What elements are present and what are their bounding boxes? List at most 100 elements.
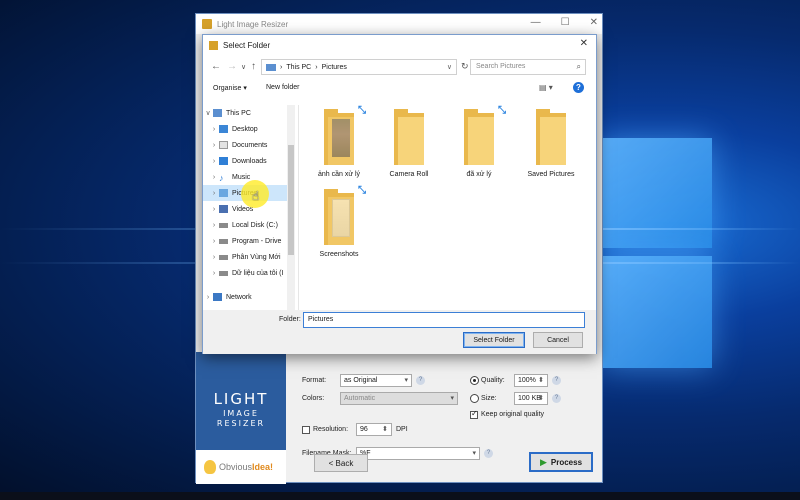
recent-chevron-icon[interactable]: ∨	[241, 63, 246, 71]
refresh-icon[interactable]: ↻	[461, 61, 469, 72]
shared-icon: ⤡	[358, 105, 366, 116]
colors-label: Colors:	[302, 395, 325, 402]
select-folder-button[interactable]: Select Folder	[463, 332, 525, 348]
pc-icon	[213, 109, 222, 117]
folder-icon: ⤡	[324, 185, 366, 245]
back-arrow-icon[interactable]: ←	[211, 61, 221, 72]
cancel-button[interactable]: Cancel	[533, 332, 583, 348]
maximize-icon[interactable]: ☐	[561, 17, 570, 28]
pc-icon	[266, 63, 276, 71]
app-icon	[209, 40, 218, 50]
folder-item[interactable]: ⤡ ảnh cần xử lý	[303, 105, 375, 178]
tree-item-desktop[interactable]: › Desktop	[203, 121, 295, 137]
tree-item-du-lieu[interactable]: › Dữ liệu của tôi (I	[203, 265, 295, 281]
chevron-down-icon[interactable]: ∨	[447, 63, 452, 71]
format-label: Format:	[302, 377, 327, 384]
colors-select: Automatic ▾	[340, 392, 458, 405]
folder-item[interactable]: ⤡ Screenshots	[303, 185, 375, 258]
taskbar	[0, 492, 800, 500]
company-logo: Obvious Idea!	[196, 450, 286, 484]
format-select[interactable]: as Original ▾	[340, 374, 412, 387]
folder-icon: ⤡	[464, 105, 506, 165]
folder-icon	[394, 109, 424, 165]
breadcrumb-this-pc[interactable]: This PC	[286, 64, 311, 71]
folder-item[interactable]: Saved Pictures	[515, 109, 587, 178]
process-button[interactable]: ▶ Process	[529, 452, 593, 472]
resolution-unit: DPI	[396, 426, 408, 433]
quality-radio[interactable]	[470, 376, 479, 385]
dialog-title: Select Folder	[223, 40, 271, 50]
minimize-icon[interactable]: —	[531, 17, 541, 28]
folder-icon: ⤡	[324, 105, 366, 165]
shared-icon: ⤡	[498, 105, 506, 116]
app-icon	[202, 19, 212, 29]
tree-scrollbar[interactable]	[287, 105, 295, 310]
shared-icon: ⤡	[358, 185, 366, 196]
help-icon[interactable]: ?	[416, 376, 425, 385]
spinner-icon: ⬍	[538, 377, 544, 384]
organise-button[interactable]: Organise ▾	[213, 84, 247, 92]
window-controls: — ☐ ✕	[531, 17, 598, 28]
documents-icon	[219, 141, 228, 149]
tree-item-downloads[interactable]: › Downloads	[203, 153, 295, 169]
filename-select[interactable]: %F▾	[356, 447, 480, 460]
search-icon: ⌕	[576, 62, 581, 71]
chevron-down-icon: ▾	[472, 450, 476, 457]
chevron-right-icon: ›	[212, 173, 216, 181]
chevron-down-icon: ▾	[450, 395, 454, 402]
folder-item[interactable]: ⤡ đã xử lý	[443, 105, 515, 178]
close-icon[interactable]: ✕	[590, 17, 598, 28]
brand-logo: LIGHT IMAGE RESIZER	[213, 390, 269, 428]
tree-item-phan-vung-moi[interactable]: › Phân Vùng Mới	[203, 249, 295, 265]
spinner-icon: ⬍	[382, 426, 388, 433]
tree-item-network[interactable]: › Network	[203, 289, 295, 305]
chevron-down-icon: ∨	[205, 110, 211, 117]
music-icon: ♪	[219, 173, 224, 183]
pictures-icon	[219, 189, 228, 197]
downloads-icon	[219, 157, 228, 165]
size-radio[interactable]	[470, 394, 479, 403]
chevron-right-icon: ›	[212, 221, 216, 229]
pane-divider[interactable]	[298, 105, 299, 310]
back-button[interactable]: < Back	[314, 454, 368, 472]
chevron-right-icon: ›	[212, 269, 216, 277]
folder-item[interactable]: Camera Roll	[373, 109, 445, 178]
quality-input[interactable]: 100% ⬍	[514, 374, 548, 387]
help-icon[interactable]: ?	[552, 394, 561, 403]
keep-quality-checkbox[interactable]	[470, 409, 478, 419]
new-folder-button[interactable]: New folder	[266, 84, 299, 91]
close-icon[interactable]: ✕	[580, 38, 588, 49]
tree-item-program-drive[interactable]: › Program - Drive	[203, 233, 295, 249]
help-icon[interactable]: ?	[552, 376, 561, 385]
search-input[interactable]: Search Pictures ⌕	[470, 59, 586, 75]
chevron-right-icon: ›	[212, 157, 216, 165]
folder-label: Folder:	[279, 316, 301, 323]
view-options-icon[interactable]: ▤ ▾	[539, 83, 553, 92]
forward-arrow-icon[interactable]: →	[227, 61, 237, 72]
help-icon[interactable]: ?	[573, 82, 584, 93]
help-icon[interactable]: ?	[484, 449, 493, 458]
up-arrow-icon[interactable]: ↑	[251, 61, 256, 72]
size-label: Size:	[481, 395, 497, 402]
bulb-icon	[204, 460, 216, 474]
chevron-right-icon: ›	[212, 189, 216, 197]
size-input[interactable]: 100 KB ⬍	[514, 392, 548, 405]
tree-item-documents[interactable]: › Documents	[203, 137, 295, 153]
windows-logo	[600, 138, 712, 368]
spinner-icon: ⬍	[538, 395, 544, 402]
chevron-right-icon: ›	[212, 205, 216, 213]
breadcrumb-pictures[interactable]: Pictures	[322, 64, 347, 71]
chevron-right-icon: ›	[206, 293, 210, 301]
address-bar[interactable]: › This PC › Pictures ∨	[261, 59, 457, 75]
videos-icon	[219, 205, 228, 213]
chevron-right-icon: ›	[212, 237, 216, 245]
folder-input[interactable]: Pictures	[303, 312, 585, 328]
hand-cursor-icon: ☝	[252, 189, 260, 203]
tree-item-local-disk[interactable]: › Local Disk (C:)	[203, 217, 295, 233]
navigation-tree: ∨ This PC › Desktop › Documents › Downloads …	[203, 105, 295, 310]
disk-icon	[219, 222, 228, 228]
chevron-right-icon: ›	[212, 253, 216, 261]
tree-item-this-pc[interactable]: ∨ This PC	[203, 105, 295, 121]
resolution-input[interactable]: 96 ⬍	[356, 423, 392, 436]
resolution-checkbox[interactable]	[302, 426, 310, 434]
